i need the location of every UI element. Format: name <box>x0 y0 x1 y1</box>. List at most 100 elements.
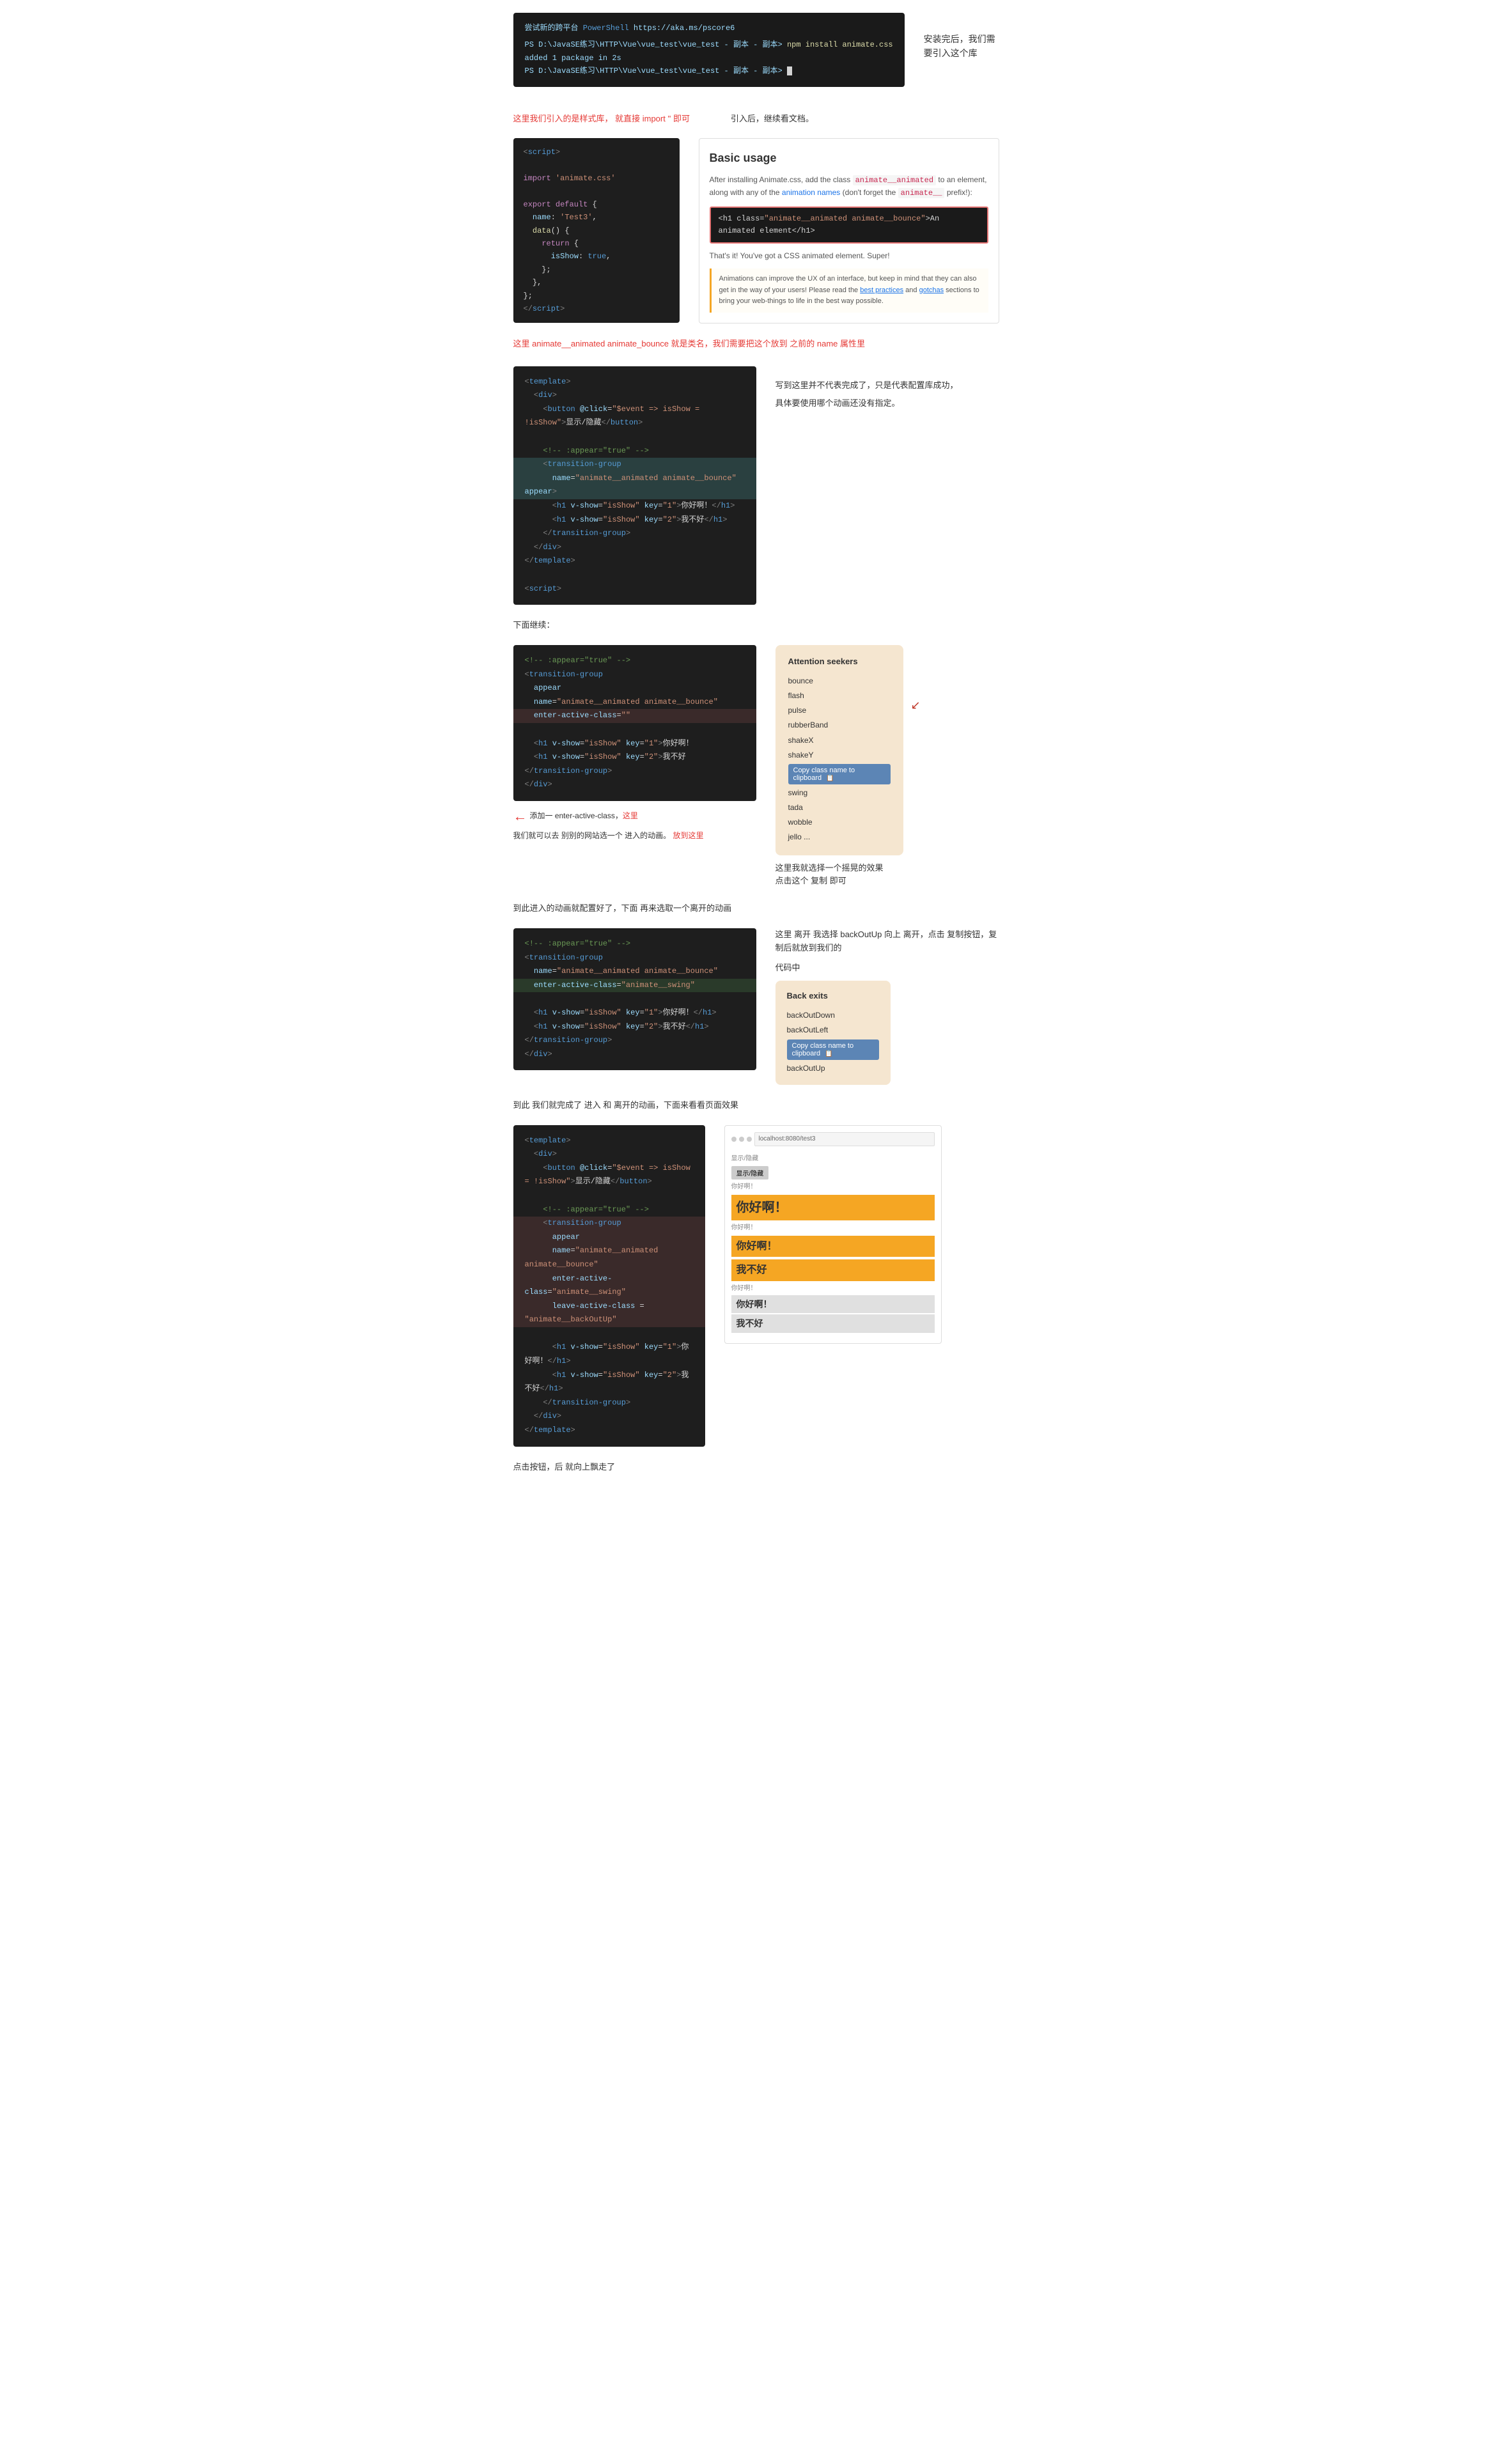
preview-section-label3: 你好啊！ <box>731 1284 935 1294</box>
animate-item-bounce[interactable]: bounce <box>788 674 891 689</box>
cursor-indicator: ↙ <box>911 696 921 715</box>
arrow-icon: ← <box>513 805 527 827</box>
section7-content: <template> <div> <button @click="$event … <box>513 1125 999 1447</box>
docs-panel: Basic usage After installing Animate.css… <box>699 138 999 323</box>
code-line-script-open: <script> <box>524 146 669 159</box>
s7-l8: name="animate__animated animate__bounce" <box>513 1244 705 1272</box>
animate-item-shakex[interactable]: shakeX <box>788 733 891 748</box>
nav-dot-1 <box>731 1137 737 1142</box>
back-exits-item-up[interactable]: backOutUp <box>787 1061 879 1076</box>
s6-l6: <h1 v-show="isShow" key="1">你好啊！</h1> <box>525 1006 745 1020</box>
s4-l5: <!-- :appear="true" --> <box>525 444 745 458</box>
terminal-note-text: 安装完后，我们需要引入这个库 <box>924 34 995 58</box>
preview-nav-bar: localhost:8080/test3 <box>731 1132 935 1146</box>
preview-show-hide-btn[interactable]: 显示/隐藏 <box>731 1166 769 1179</box>
docs-code-example: <h1 class="animate__animated animate__bo… <box>710 206 988 244</box>
section3-text: 这里 animate__animated animate_bounce 就是类名… <box>513 339 866 348</box>
terminal-line-4: PS D:\JavaSE练习\HTTP\Vue\vue_test\vue_tes… <box>525 65 893 77</box>
terminal-line-1: 尝试新的跨平台 PowerShell https://aka.ms/pscore… <box>525 22 893 35</box>
s5-l9: </transition-group> <box>525 765 745 779</box>
section4-note2: 具体要使用哪个动画还没有指定。 <box>775 397 958 410</box>
s5-l2: <transition-group <box>525 668 745 682</box>
s6-l9: </div> <box>525 1048 745 1062</box>
section2-content: <script> import 'animate.css' export def… <box>513 138 999 323</box>
attention-seekers-title: Attention seekers <box>788 655 891 669</box>
animate-item-swing[interactable]: swing <box>788 786 891 800</box>
back-exits-item-left[interactable]: backOutLeft <box>787 1023 879 1038</box>
section5-code-wrapper: <!-- :appear="true" --> <transition-grou… <box>513 645 756 842</box>
s5-l7: <h1 v-show="isShow" key="1">你好啊！ <box>525 737 745 751</box>
code-line-data: data() { <box>524 224 669 237</box>
copy-class-button-2[interactable]: Copy class name to clipboard 📋 <box>787 1039 879 1060</box>
nav-dot-2 <box>739 1137 744 1142</box>
section4-note1: 写到这里并不代表完成了，只是代表配置库成功， <box>775 379 958 393</box>
animate-item-rubberband[interactable]: rubberBand <box>788 718 891 733</box>
section-terminal: 尝试新的跨平台 PowerShell https://aka.ms/pscore… <box>513 13 999 92</box>
section5-right-notes: 这里我就选择一个摇晃的效果 点击这个 复制 即可 <box>775 862 884 889</box>
docs-warning: Animations can improve the UX of an inte… <box>710 269 988 313</box>
section5-right-note2: 点击这个 复制 即可 <box>775 875 884 888</box>
s6-l8: </transition-group> <box>525 1034 745 1048</box>
s5-l3: appear <box>525 681 745 696</box>
s4-l2: <div> <box>525 389 745 403</box>
code-line-close2: }, <box>524 276 669 289</box>
section5-right-note1: 这里我就选择一个摇晃的效果 <box>775 862 884 875</box>
terminal-line-2: PS D:\JavaSE练习\HTTP\Vue\vue_test\vue_tes… <box>525 38 893 51</box>
code-line-close3: }; <box>524 290 669 302</box>
docs-title: Basic usage <box>710 149 988 167</box>
section5-arrow-here: 这里 <box>623 810 638 822</box>
docs-paragraph: After installing Animate.css, add the cl… <box>710 174 988 199</box>
animation-names-link[interactable]: animation names <box>782 188 840 197</box>
section5-arrow-label: 添加一 enter-active-class， <box>530 810 623 822</box>
section5-arrow-row: ← 添加一 enter-active-class， 这里 <box>513 805 756 827</box>
preview-h1-small-1: 你好啊！ <box>731 1295 935 1313</box>
section5-label: 下面继续： <box>513 618 999 632</box>
s7-l1: <template> <box>525 1134 694 1148</box>
s6-l1: <!-- :appear="true" --> <box>525 937 745 951</box>
import-note-text: 这里我们引入的是样式库， 就直接 import '' 即可 <box>513 114 690 123</box>
animate-item-flash[interactable]: flash <box>788 689 891 703</box>
gotchas-link[interactable]: gotchas <box>919 286 944 294</box>
preview-content: 显示/隐藏 显示/隐藏 你好啊！ 你好啊！ 你好啊！ 你好啊！ 我不好 你好啊！… <box>731 1151 935 1337</box>
section5-content: <!-- :appear="true" --> <transition-grou… <box>513 645 999 888</box>
s7-l16: </template> <box>525 1424 694 1438</box>
section7-label: 到此 我们就完成了 进入 和 离开的动画，下面来看看页面效果 <box>513 1098 999 1112</box>
s7-l5: <!-- :appear="true" --> <box>525 1203 694 1217</box>
animate-item-jello[interactable]: jello ... <box>788 830 891 845</box>
back-exits-item-down[interactable]: backOutDown <box>787 1008 879 1023</box>
animate-item-shakey[interactable]: shakeY <box>788 748 891 763</box>
attention-seekers-panel: Attention seekers bounce flash pulse rub… <box>775 645 903 855</box>
section6-right-label-text: 这里 离开 我选择 backOutUp 向上 离开，点击 复制按钮，复制后就放到… <box>775 930 997 953</box>
best-practices-link[interactable]: best practices <box>860 286 903 294</box>
section6-content: <!-- :appear="true" --> <transition-grou… <box>513 928 999 1085</box>
section4-code-wrapper: <template> <div> <button @click="$event … <box>513 366 756 605</box>
terminal-right-note: 安装完后，我们需要引入这个库 <box>924 13 999 61</box>
section3-note: 这里 animate__animated animate_bounce 就是类名… <box>513 336 999 351</box>
s4-l14: <script> <box>525 582 745 596</box>
docs-note-text: 引入后，继续看文档。 <box>731 114 814 123</box>
s7-l14: </transition-group> <box>525 1396 694 1410</box>
docs-note: That's it! You've got a CSS animated ele… <box>710 250 988 262</box>
code-dark-wrapper: <script> import 'animate.css' export def… <box>513 138 680 323</box>
preview-h1-small-2: 我不好 <box>731 1314 935 1332</box>
preview-section-label2: 你好啊！ <box>731 1223 935 1233</box>
copy-class-button-1[interactable]: Copy class name to clipboard 📋 <box>788 764 891 784</box>
s7-l7: appear <box>513 1231 705 1245</box>
code-line-import: import 'animate.css' <box>524 172 669 185</box>
animate-item-tada[interactable]: tada <box>788 800 891 815</box>
code-line-isshow: isShow: true, <box>524 250 669 263</box>
s5-l10: </div> <box>525 778 745 792</box>
s7-l3: <button @click="$event => isShow = !isSh… <box>525 1162 694 1189</box>
s5-l1: <!-- :appear="true" --> <box>525 654 745 668</box>
terminal-block: 尝试新的跨平台 PowerShell https://aka.ms/pscore… <box>513 13 905 87</box>
section7-label-text: 到此 我们就完成了 进入 和 离开的动画，下面来看看页面效果 <box>513 1100 738 1110</box>
preview-panel: localhost:8080/test3 显示/隐藏 显示/隐藏 你好啊！ 你好… <box>724 1125 942 1344</box>
page-container: 尝试新的跨平台 PowerShell https://aka.ms/pscore… <box>488 0 1025 1512</box>
terminal-line-3: added 1 package in 2s <box>525 52 893 65</box>
s5-l4: name="animate__animated animate__bounce" <box>525 696 745 710</box>
s4-l9: <h1 v-show="isShow" key="2">我不好</h1> <box>525 513 745 527</box>
s4-l11: </div> <box>525 541 745 555</box>
section5-link-prefix: 我们就可以去 别别的网站选一个 进入的动画。 <box>513 831 671 840</box>
animate-item-wobble[interactable]: wobble <box>788 815 891 830</box>
animate-item-pulse[interactable]: pulse <box>788 703 891 718</box>
